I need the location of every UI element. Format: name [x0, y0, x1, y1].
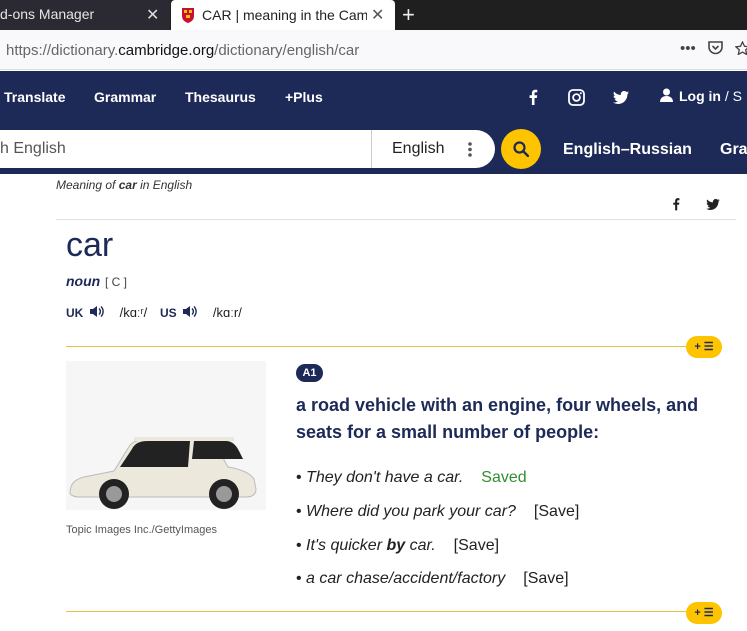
breadcrumb: Meaning of car in English	[56, 178, 192, 192]
sense-divider	[66, 346, 690, 347]
tab-label: d-ons Manager	[0, 6, 95, 22]
instagram-icon[interactable]	[568, 89, 585, 106]
language-selected: English	[392, 140, 445, 157]
page-actions-icon[interactable]: •••	[680, 40, 696, 57]
share-twitter-icon[interactable]	[706, 199, 720, 210]
url-host: cambridge.org	[118, 42, 215, 59]
language-select[interactable]: English	[371, 130, 495, 168]
example-text: They don't have a car.	[306, 469, 464, 486]
pocket-icon[interactable]	[708, 41, 723, 55]
example-text: a car chase/accident/factory	[306, 570, 506, 587]
more-options-icon	[468, 142, 472, 157]
search-placeholder: h English	[0, 140, 66, 157]
login-link[interactable]: Log in / S	[660, 88, 742, 104]
us-label: US	[160, 306, 177, 320]
speaker-icon[interactable]	[89, 305, 104, 318]
nav-grammar[interactable]: Grammar	[94, 89, 156, 105]
add-to-wordlist-button[interactable]: + ☰	[686, 336, 722, 358]
divider	[56, 219, 736, 220]
cambridge-favicon-icon	[182, 8, 194, 23]
signup-label: / S	[724, 88, 743, 104]
uk-label: UK	[66, 306, 84, 320]
url-actions: •••	[680, 40, 747, 57]
english-russian-link[interactable]: English–Russian	[563, 141, 692, 159]
nav-plus[interactable]: +Plus	[285, 89, 323, 105]
site-header: Translate Grammar Thesaurus +Plus Log in…	[0, 71, 747, 122]
definition: a road vehicle with an engine, four whee…	[296, 395, 699, 442]
pronunciation-uk: UK /kɑːʳ/	[66, 305, 147, 320]
facebook-icon[interactable]	[528, 89, 538, 105]
speaker-icon[interactable]	[182, 305, 198, 318]
tab-addons-manager[interactable]: d-ons Manager ✕	[0, 0, 170, 30]
sense-divider	[66, 611, 690, 612]
search-button[interactable]	[501, 129, 541, 169]
save-example-button[interactable]: [Save]	[523, 570, 568, 587]
url-text[interactable]: https://dictionary.cambridge.org/diction…	[6, 42, 359, 59]
add-to-wordlist-button[interactable]: + ☰	[686, 602, 722, 624]
example-text: It's quicker	[306, 537, 387, 554]
twitter-icon[interactable]	[613, 91, 629, 104]
grammar-link[interactable]: Gra	[720, 141, 747, 159]
uk-ipa: /kɑːʳ/	[119, 305, 148, 320]
address-bar[interactable]: https://dictionary.cambridge.org/diction…	[0, 30, 747, 70]
tab-car-meaning[interactable]: CAR | meaning in the Cam ✕	[171, 0, 395, 30]
headword: car	[66, 226, 114, 264]
breadcrumb-word: car	[118, 178, 137, 192]
example-item: • They don't have a car. Saved	[296, 469, 527, 486]
close-tab-icon[interactable]: ✕	[146, 5, 159, 25]
image-credit: Topic Images Inc./GettyImages	[66, 524, 218, 536]
share-facebook-icon[interactable]	[672, 197, 680, 211]
breadcrumb-pre: Meaning of	[56, 178, 119, 192]
grammar-code: [ C ]	[105, 275, 128, 289]
save-example-button[interactable]: [Save]	[454, 537, 499, 554]
search-icon	[513, 141, 529, 157]
url-scheme: https://dictionary.	[6, 42, 119, 59]
car-image	[66, 361, 266, 510]
example-bold: by	[386, 537, 406, 554]
example-text-end: car.	[405, 537, 436, 554]
login-label: Log in	[679, 88, 721, 104]
new-tab-button[interactable]: +	[402, 2, 415, 28]
nav-translate[interactable]: Translate	[4, 89, 65, 105]
example-item: • a car chase/accident/factory [Save]	[296, 570, 569, 587]
user-icon	[660, 88, 673, 102]
nav-thesaurus[interactable]: Thesaurus	[185, 89, 256, 105]
tab-bar: d-ons Manager ✕ CAR | meaning in the Cam…	[0, 0, 747, 30]
star-icon[interactable]	[734, 40, 747, 56]
pronunciation-us: US /kɑːr/	[160, 305, 242, 320]
us-ipa: /kɑːr/	[212, 305, 242, 320]
url-path: /dictionary/english/car	[214, 42, 360, 59]
search-bar: h English English English–Russian Gra	[0, 122, 747, 174]
level-badge: A1	[296, 364, 323, 382]
save-example-button[interactable]: [Save]	[534, 503, 579, 520]
saved-label[interactable]: Saved	[481, 469, 526, 486]
example-text: Where did you park your car?	[306, 503, 516, 520]
tab-label: CAR | meaning in the Cam	[202, 7, 367, 23]
car-illustration	[66, 361, 266, 510]
search-input[interactable]: h English	[0, 130, 371, 168]
close-tab-icon[interactable]: ✕	[371, 5, 384, 25]
part-of-speech: noun	[66, 273, 101, 289]
breadcrumb-post: in English	[136, 178, 193, 192]
example-item: • Where did you park your car? [Save]	[296, 503, 580, 520]
example-item: • It's quicker by car. [Save]	[296, 537, 500, 554]
